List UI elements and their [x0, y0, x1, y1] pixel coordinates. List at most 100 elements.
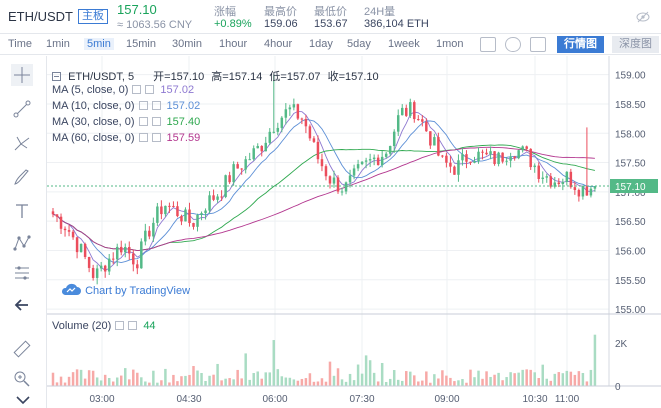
tf-1mon[interactable]: 1mon — [436, 38, 464, 50]
symbol-label[interactable]: ETH/USDT — [8, 9, 73, 24]
main-legend: ETH/USDT, 5 开=157.10 高=157.14 低=157.07 收… — [52, 68, 379, 84]
trendline-icon[interactable] — [11, 98, 33, 120]
candle-body — [469, 161, 472, 163]
volume-bar — [360, 373, 364, 386]
ruler-icon[interactable] — [11, 338, 33, 360]
tf-1hour[interactable]: 1hour — [219, 38, 247, 50]
candle-body — [569, 171, 573, 188]
ma60-legend: MA (60, close, 0) 157.59 — [52, 132, 200, 144]
volume-bar — [505, 377, 508, 386]
tf-5day[interactable]: 5day — [347, 38, 371, 50]
chart-type-icon[interactable] — [480, 37, 496, 52]
text-icon[interactable] — [11, 200, 33, 222]
crosshair-icon[interactable] — [11, 64, 33, 86]
ma-settings-icon[interactable] — [138, 117, 148, 126]
candle-body — [192, 223, 195, 227]
volume-bar — [124, 368, 127, 386]
volume-bar — [180, 376, 183, 386]
candle-body — [429, 131, 432, 146]
candle-body — [276, 127, 280, 132]
candle-body — [236, 164, 239, 169]
ma-close-icon[interactable] — [151, 133, 161, 142]
candle-body — [312, 138, 316, 142]
tf-1week[interactable]: 1week — [388, 38, 420, 50]
volume-bar — [83, 378, 87, 386]
volume-bar — [469, 369, 472, 386]
volume-bar — [132, 369, 135, 386]
volume-bar — [95, 377, 99, 386]
tf-30min[interactable]: 30min — [172, 38, 202, 50]
tradingview-watermark[interactable]: Chart by TradingView — [60, 282, 190, 297]
candle-body — [481, 151, 484, 153]
volume-bar — [328, 361, 332, 386]
tf-1min[interactable]: 1min — [46, 38, 70, 50]
volume-bar — [316, 381, 320, 386]
ma-settings-icon[interactable] — [138, 133, 148, 142]
tf-5min[interactable]: 5min — [84, 38, 114, 50]
collapse-toggle-icon[interactable] — [52, 72, 61, 81]
candle-body — [336, 177, 340, 192]
candle-body — [417, 119, 420, 121]
settings-icon[interactable] — [505, 37, 521, 52]
volume-bar — [577, 371, 581, 386]
candle-body — [589, 188, 593, 196]
volume-bar — [441, 370, 444, 386]
measure-icon[interactable] — [11, 262, 33, 284]
volume-bar — [240, 378, 243, 386]
candle-body — [400, 107, 404, 116]
ma-close-icon[interactable] — [145, 85, 155, 94]
volume-bar — [288, 377, 292, 386]
hide-eye-icon[interactable] — [636, 10, 650, 24]
volume-bar — [569, 371, 573, 386]
fullscreen-icon[interactable] — [530, 37, 546, 52]
volume-settings-icon[interactable] — [115, 321, 125, 330]
depth-view-button[interactable]: 深度图 — [612, 36, 659, 53]
chart-view-button[interactable]: 行情图 — [557, 36, 604, 53]
volume-bar — [248, 379, 251, 386]
volume-bar — [320, 378, 324, 386]
ma10-legend: MA (10, close, 0) 157.02 — [52, 100, 200, 112]
volume-bar — [561, 373, 565, 386]
pitchfork-icon[interactable] — [11, 132, 33, 154]
candle-body — [437, 137, 440, 156]
volume-bar — [497, 372, 500, 386]
volume-bar — [425, 371, 428, 386]
tf-1day[interactable]: 1day — [309, 38, 333, 50]
ma-close-icon[interactable] — [151, 101, 161, 110]
back-arrow-icon[interactable] — [11, 294, 33, 316]
pattern-icon[interactable] — [11, 232, 33, 254]
close-label: 收 — [327, 71, 339, 83]
zoom-icon[interactable] — [11, 368, 33, 390]
volume-close-icon[interactable] — [128, 321, 138, 330]
candle-body — [168, 205, 171, 207]
ma-settings-icon[interactable] — [138, 101, 148, 110]
ma-close-icon[interactable] — [151, 117, 161, 126]
brush-icon[interactable] — [11, 166, 33, 188]
close-value: =157.10 — [338, 71, 379, 83]
ma-value: 157.02 — [160, 84, 195, 96]
high-label: 高 — [211, 71, 223, 83]
last-price: 157.10 — [117, 2, 157, 17]
candle-body — [83, 243, 87, 257]
volume-bar — [216, 363, 219, 386]
volume-bar — [453, 381, 456, 386]
candle-body — [200, 213, 203, 216]
price-tick-label: 157.50 — [615, 159, 646, 170]
volume-bar — [493, 374, 496, 386]
candle-body — [324, 166, 328, 177]
tf-time[interactable]: Time — [8, 38, 32, 50]
volume-bar — [585, 381, 589, 386]
candle-body — [485, 152, 488, 155]
collapse-chevron-icon[interactable] — [14, 394, 32, 406]
tf-4hour[interactable]: 4hour — [264, 38, 292, 50]
volume-bar — [396, 379, 400, 386]
candle-body — [232, 164, 235, 183]
volume-bar — [545, 378, 549, 386]
candle-body — [59, 216, 63, 229]
tf-15min[interactable]: 15min — [126, 38, 156, 50]
ma-settings-icon[interactable] — [132, 85, 142, 94]
candle-body — [425, 121, 428, 132]
candle-body — [132, 253, 135, 265]
volume-bar — [200, 373, 203, 386]
high-value: =157.14 — [222, 71, 263, 83]
